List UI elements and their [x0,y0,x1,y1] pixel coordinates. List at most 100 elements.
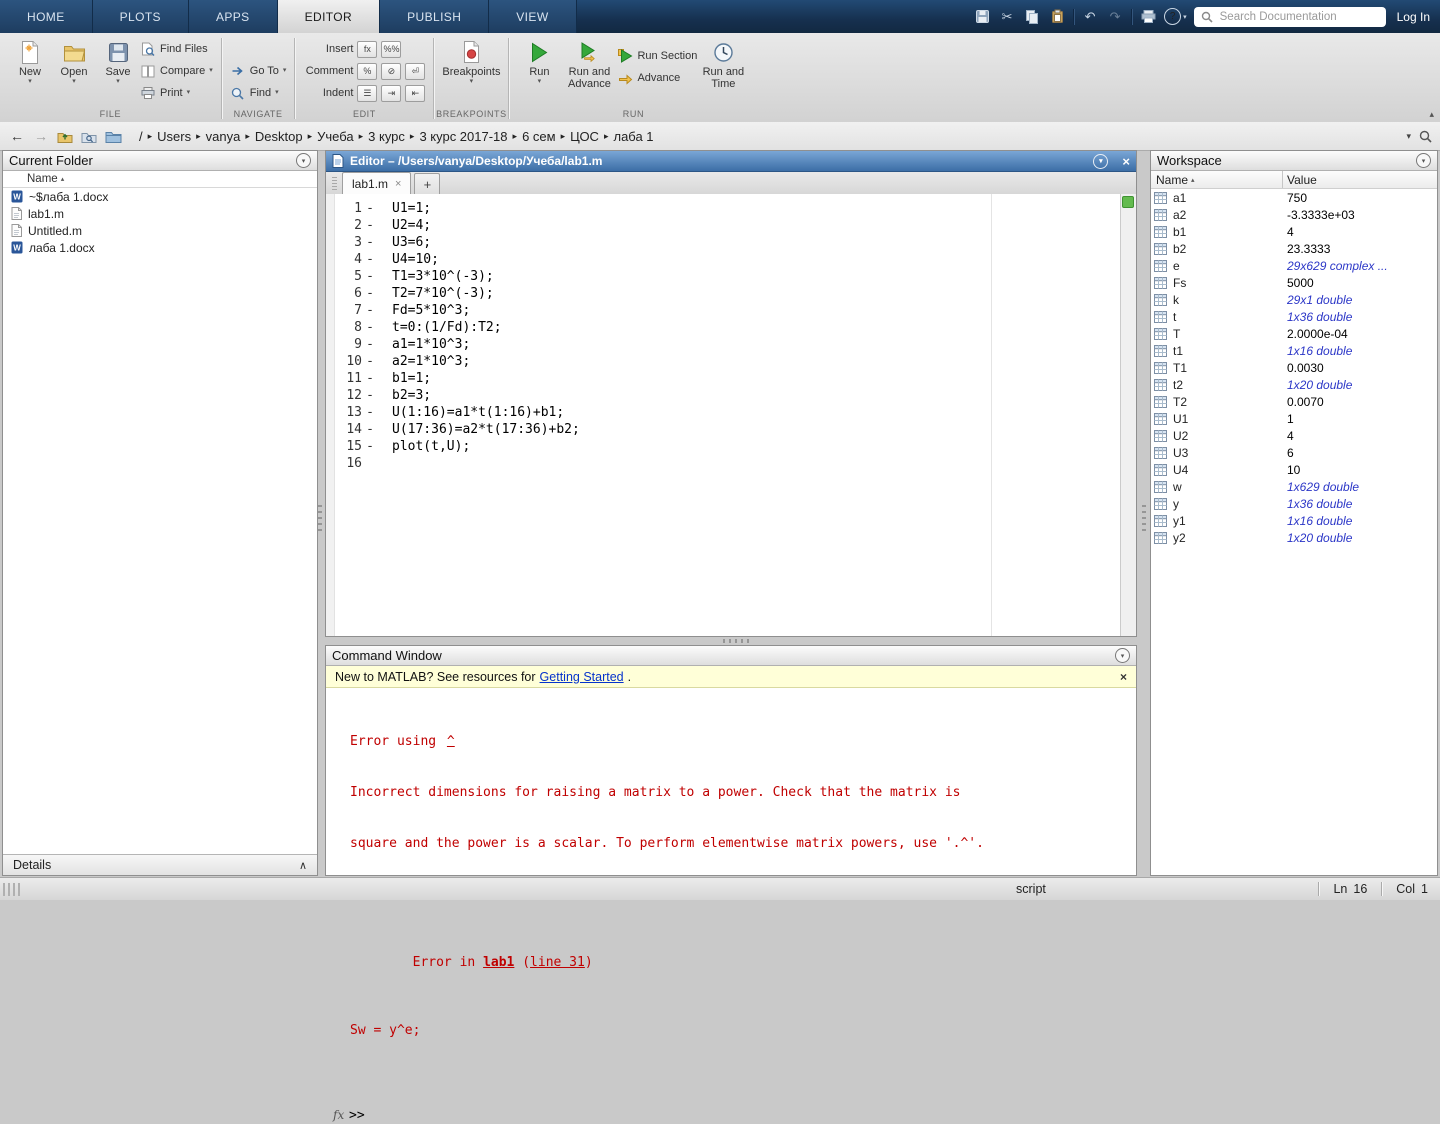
file-item[interactable]: W lab1.m [3,205,317,222]
variable-row[interactable]: U3 6 [1151,444,1437,461]
path-dropdown-icon[interactable]: ▾ [1406,131,1411,142]
variable-row[interactable]: U4 10 [1151,461,1437,478]
variable-row[interactable]: e 29x629 complex ... [1151,257,1437,274]
breadcrumb-item[interactable]: Учеба ▸ [312,129,363,144]
uncomment-icon[interactable]: ⊘ [381,63,401,80]
details-bar[interactable]: Details ∧ [3,854,317,875]
command-prompt[interactable]: >> [349,1107,365,1124]
message-indicator-bar[interactable] [1120,194,1136,636]
code-line[interactable]: 8 - t=0:(1/Fd):T2; [334,319,1120,336]
path-search-icon[interactable] [1419,130,1432,143]
command-output[interactable]: Error using ^ Incorrect dimensions for r… [326,687,1136,875]
panel-menu-icon[interactable]: ▾ [1115,648,1130,663]
code-line[interactable]: 6 - T2=7*10^(-3); [334,285,1120,302]
back-icon[interactable]: ← [8,128,26,144]
column-header-value[interactable]: Value [1283,171,1437,188]
panel-menu-icon[interactable]: ▾ [1416,153,1431,168]
variable-row[interactable]: t2 1x20 double [1151,376,1437,393]
variable-row[interactable]: y1 1x16 double [1151,512,1437,529]
error-operator-link[interactable]: ^ [444,734,458,749]
insert-section-icon[interactable]: %% [381,41,401,58]
copy-icon[interactable] [1023,8,1041,26]
code-line[interactable]: 4 - U4=10; [334,251,1120,268]
panel-menu-icon[interactable]: ▾ [296,153,311,168]
ribbon-tab[interactable]: VIEW [489,0,576,33]
smart-indent-icon[interactable]: ☰ [357,85,377,102]
breadcrumb-item[interactable]: vanya ▸ [201,129,250,144]
variable-row[interactable]: Fs 5000 [1151,274,1437,291]
variable-row[interactable]: t1 1x16 double [1151,342,1437,359]
go-to-button[interactable]: Go To ▾ [230,62,287,80]
code-line[interactable]: 3 - U3=6; [334,234,1120,251]
ribbon-tab[interactable]: PUBLISH [380,0,489,33]
file-item[interactable]: W Untitled.m [3,222,317,239]
column-header-name[interactable]: Name ▴ [1151,171,1283,188]
compare-button[interactable]: Compare ▾ [140,62,213,80]
resize-grip[interactable] [3,883,21,896]
code-line[interactable]: 15 - plot(t,U); [334,438,1120,455]
code-line[interactable]: 14 - U(17:36)=a2*t(17:36)+b2; [334,421,1120,438]
find-files-button[interactable]: Find Files [140,40,213,58]
breadcrumb-item[interactable]: / ▸ [134,129,152,144]
close-icon[interactable]: × [1122,154,1130,169]
variable-row[interactable]: k 29x1 double [1151,291,1437,308]
breadcrumb-item[interactable]: 6 сем ▸ [517,129,565,144]
breadcrumb-item[interactable]: Desktop ▸ [250,129,312,144]
variable-row[interactable]: b2 23.3333 [1151,240,1437,257]
breadcrumb-item[interactable]: 3 курс ▸ [363,129,414,144]
undo-icon[interactable]: ↶ [1081,8,1099,26]
tab-close-icon[interactable]: × [395,178,401,190]
error-function-link[interactable]: lab1 [483,955,514,970]
breadcrumb-item[interactable]: 3 курс 2017-18 ▸ [414,129,517,144]
breadcrumb-item[interactable]: лаба 1 ▸ [608,129,658,144]
run-and-advance-button[interactable]: Run and Advance [561,37,617,90]
quick-save-icon[interactable] [973,8,991,26]
print-icon[interactable] [1139,8,1157,26]
left-splitter[interactable] [318,505,322,531]
breakpoints-button[interactable]: Breakpoints ▾ [442,37,500,86]
ribbon-tab[interactable]: PLOTS [93,0,189,33]
variable-row[interactable]: a2 -3.3333e+03 [1151,206,1437,223]
code-line[interactable]: 11 - b1=1; [334,370,1120,387]
getting-started-link[interactable]: Getting Started [540,670,624,684]
indent-left-icon[interactable]: ⇤ [405,85,425,102]
ribbon-tab[interactable]: HOME [0,0,93,33]
error-line-link[interactable]: line 31 [530,955,585,970]
up-folder-icon[interactable] [56,130,74,143]
function-hints-icon[interactable]: fx [333,1107,349,1124]
new-button[interactable]: New ▾ [8,37,52,86]
code-line[interactable]: 12 - b2=3; [334,387,1120,404]
file-item[interactable]: W лаба 1.docx [3,239,317,256]
indent-right-icon[interactable]: ⇥ [381,85,401,102]
help-button[interactable]: ? ▾ [1164,8,1187,25]
save-button[interactable]: Save ▾ [96,37,140,86]
horizontal-splitter[interactable] [723,639,751,643]
variable-row[interactable]: U2 4 [1151,427,1437,444]
code-line[interactable]: 5 - T1=3*10^(-3); [334,268,1120,285]
variable-row[interactable]: w 1x629 double [1151,478,1437,495]
variable-row[interactable]: t 1x36 double [1151,308,1437,325]
code-line[interactable]: 10 - a2=1*10^3; [334,353,1120,370]
variable-row[interactable]: T2 0.0070 [1151,393,1437,410]
login-button[interactable]: Log In [1397,10,1430,24]
variable-row[interactable]: U1 1 [1151,410,1437,427]
file-item[interactable]: W ~$лаба 1.docx [3,188,317,205]
code-line[interactable]: 9 - a1=1*10^3; [334,336,1120,353]
collapse-ribbon-icon[interactable]: ▴ [1429,109,1434,120]
code-area[interactable]: 1 - U1=1; 2 - U2=4; 3 - U3=6; 4 [326,194,1136,636]
banner-close-icon[interactable]: × [1120,670,1127,684]
redo-icon[interactable]: ↷ [1106,8,1124,26]
code-line[interactable]: 1 - U1=1; [334,200,1120,217]
ribbon-tab[interactable]: APPS [189,0,278,33]
run-and-time-button[interactable]: Run and Time [697,37,749,90]
column-header-name[interactable]: Name ▴ [3,171,317,188]
search-input[interactable] [1218,10,1379,24]
forward-icon[interactable]: → [32,128,50,144]
run-section-button[interactable]: Run Section [617,47,697,65]
find-button[interactable]: Find ▾ [230,84,287,102]
advance-button[interactable]: Advance [617,69,697,87]
variable-row[interactable]: y2 1x20 double [1151,529,1437,546]
breadcrumb-item[interactable]: ЦОС ▸ [565,129,608,144]
paste-icon[interactable] [1048,8,1066,26]
tab-drag-handle[interactable] [332,177,337,190]
